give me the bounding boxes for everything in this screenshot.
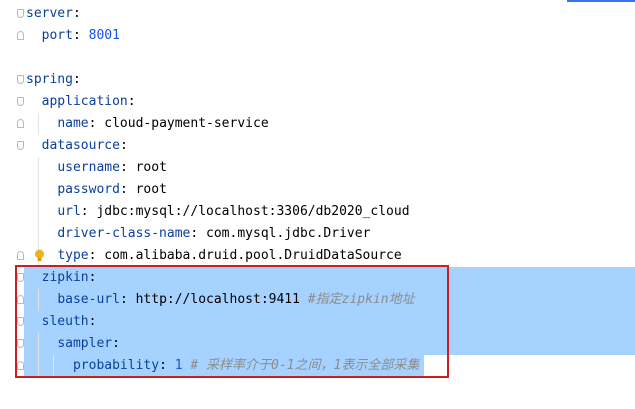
code-editor[interactable]: server: port: 8001 spring: application: name…: [0, 0, 635, 409]
yaml-colon: :: [88, 116, 97, 131]
yaml-colon: :: [72, 72, 81, 87]
fold-marker-icon[interactable]: [17, 141, 24, 150]
yaml-value: 8001: [88, 28, 120, 43]
yaml-key: type: [57, 248, 89, 263]
indent-guide: [37, 201, 39, 223]
code-text: password: root: [57, 179, 167, 201]
yaml-colon: :: [119, 160, 128, 175]
scroll-indicator: [567, 0, 635, 2]
yaml-colon: :: [88, 248, 97, 263]
code-line[interactable]: url: jdbc:mysql://localhost:3306/db2020_…: [0, 201, 635, 223]
code-text: application:: [42, 91, 136, 113]
code-text: url: jdbc:mysql://localhost:3306/db2020_…: [57, 201, 409, 223]
code-text: driver-class-name: com.mysql.jdbc.Driver: [57, 223, 370, 245]
yaml-key: spring: [26, 72, 73, 87]
code-text: username: root: [57, 157, 167, 179]
yaml-colon: :: [80, 204, 89, 219]
yaml-key: server: [26, 6, 73, 21]
code-line[interactable]: driver-class-name: com.mysql.jdbc.Driver: [0, 223, 635, 245]
code-text: server:: [26, 3, 81, 25]
yaml-colon: :: [72, 28, 81, 43]
code-line[interactable]: username: root: [0, 157, 635, 179]
yaml-key: port: [41, 28, 73, 43]
lightbulb-icon[interactable]: [34, 249, 45, 262]
fold-marker-icon[interactable]: [17, 97, 24, 106]
yaml-value: com.mysql.jdbc.Driver: [206, 226, 371, 241]
yaml-key: password: [57, 182, 120, 197]
yaml-colon: :: [127, 94, 136, 109]
yaml-value: cloud-payment-service: [104, 116, 269, 131]
code-line[interactable]: type: com.alibaba.druid.pool.DruidDataSo…: [0, 245, 635, 267]
annotation-highlight-box: [15, 265, 449, 378]
fold-marker-icon[interactable]: [17, 75, 24, 84]
code-line[interactable]: password: root: [0, 179, 635, 201]
fold-marker-icon[interactable]: [17, 251, 24, 260]
yaml-colon: :: [119, 138, 128, 153]
fold-marker-icon[interactable]: [17, 31, 24, 40]
code-text: datasource:: [42, 135, 128, 157]
yaml-key: username: [57, 160, 120, 175]
yaml-key: name: [57, 116, 89, 131]
yaml-value: com.alibaba.druid.pool.DruidDataSource: [104, 248, 402, 263]
yaml-key: driver-class-name: [57, 226, 191, 241]
code-line[interactable]: [0, 47, 635, 69]
code-line[interactable]: datasource:: [0, 135, 635, 157]
indent-guide: [37, 223, 39, 245]
code-text: spring:: [26, 69, 81, 91]
code-line[interactable]: port: 8001: [0, 25, 635, 47]
code-line[interactable]: application:: [0, 91, 635, 113]
code-text: type: com.alibaba.druid.pool.DruidDataSo…: [57, 245, 401, 267]
yaml-value: root: [135, 182, 167, 197]
yaml-value: root: [135, 160, 167, 175]
indent-guide: [37, 113, 39, 135]
yaml-colon: :: [119, 182, 128, 197]
code-line[interactable]: server:: [0, 3, 635, 25]
yaml-key: datasource: [41, 138, 120, 153]
indent-guide: [37, 179, 39, 201]
yaml-colon: :: [190, 226, 199, 241]
yaml-colon: :: [72, 6, 81, 21]
code-line[interactable]: name: cloud-payment-service: [0, 113, 635, 135]
code-line[interactable]: spring:: [0, 69, 635, 91]
code-text: port: 8001: [42, 25, 120, 47]
yaml-value: jdbc:mysql://localhost:3306/db2020_cloud: [96, 204, 410, 219]
yaml-key: url: [57, 204, 81, 219]
fold-marker-icon[interactable]: [17, 9, 24, 18]
indent-guide: [37, 157, 39, 179]
yaml-key: application: [41, 94, 128, 109]
fold-marker-icon[interactable]: [17, 119, 24, 128]
code-text: name: cloud-payment-service: [57, 113, 268, 135]
